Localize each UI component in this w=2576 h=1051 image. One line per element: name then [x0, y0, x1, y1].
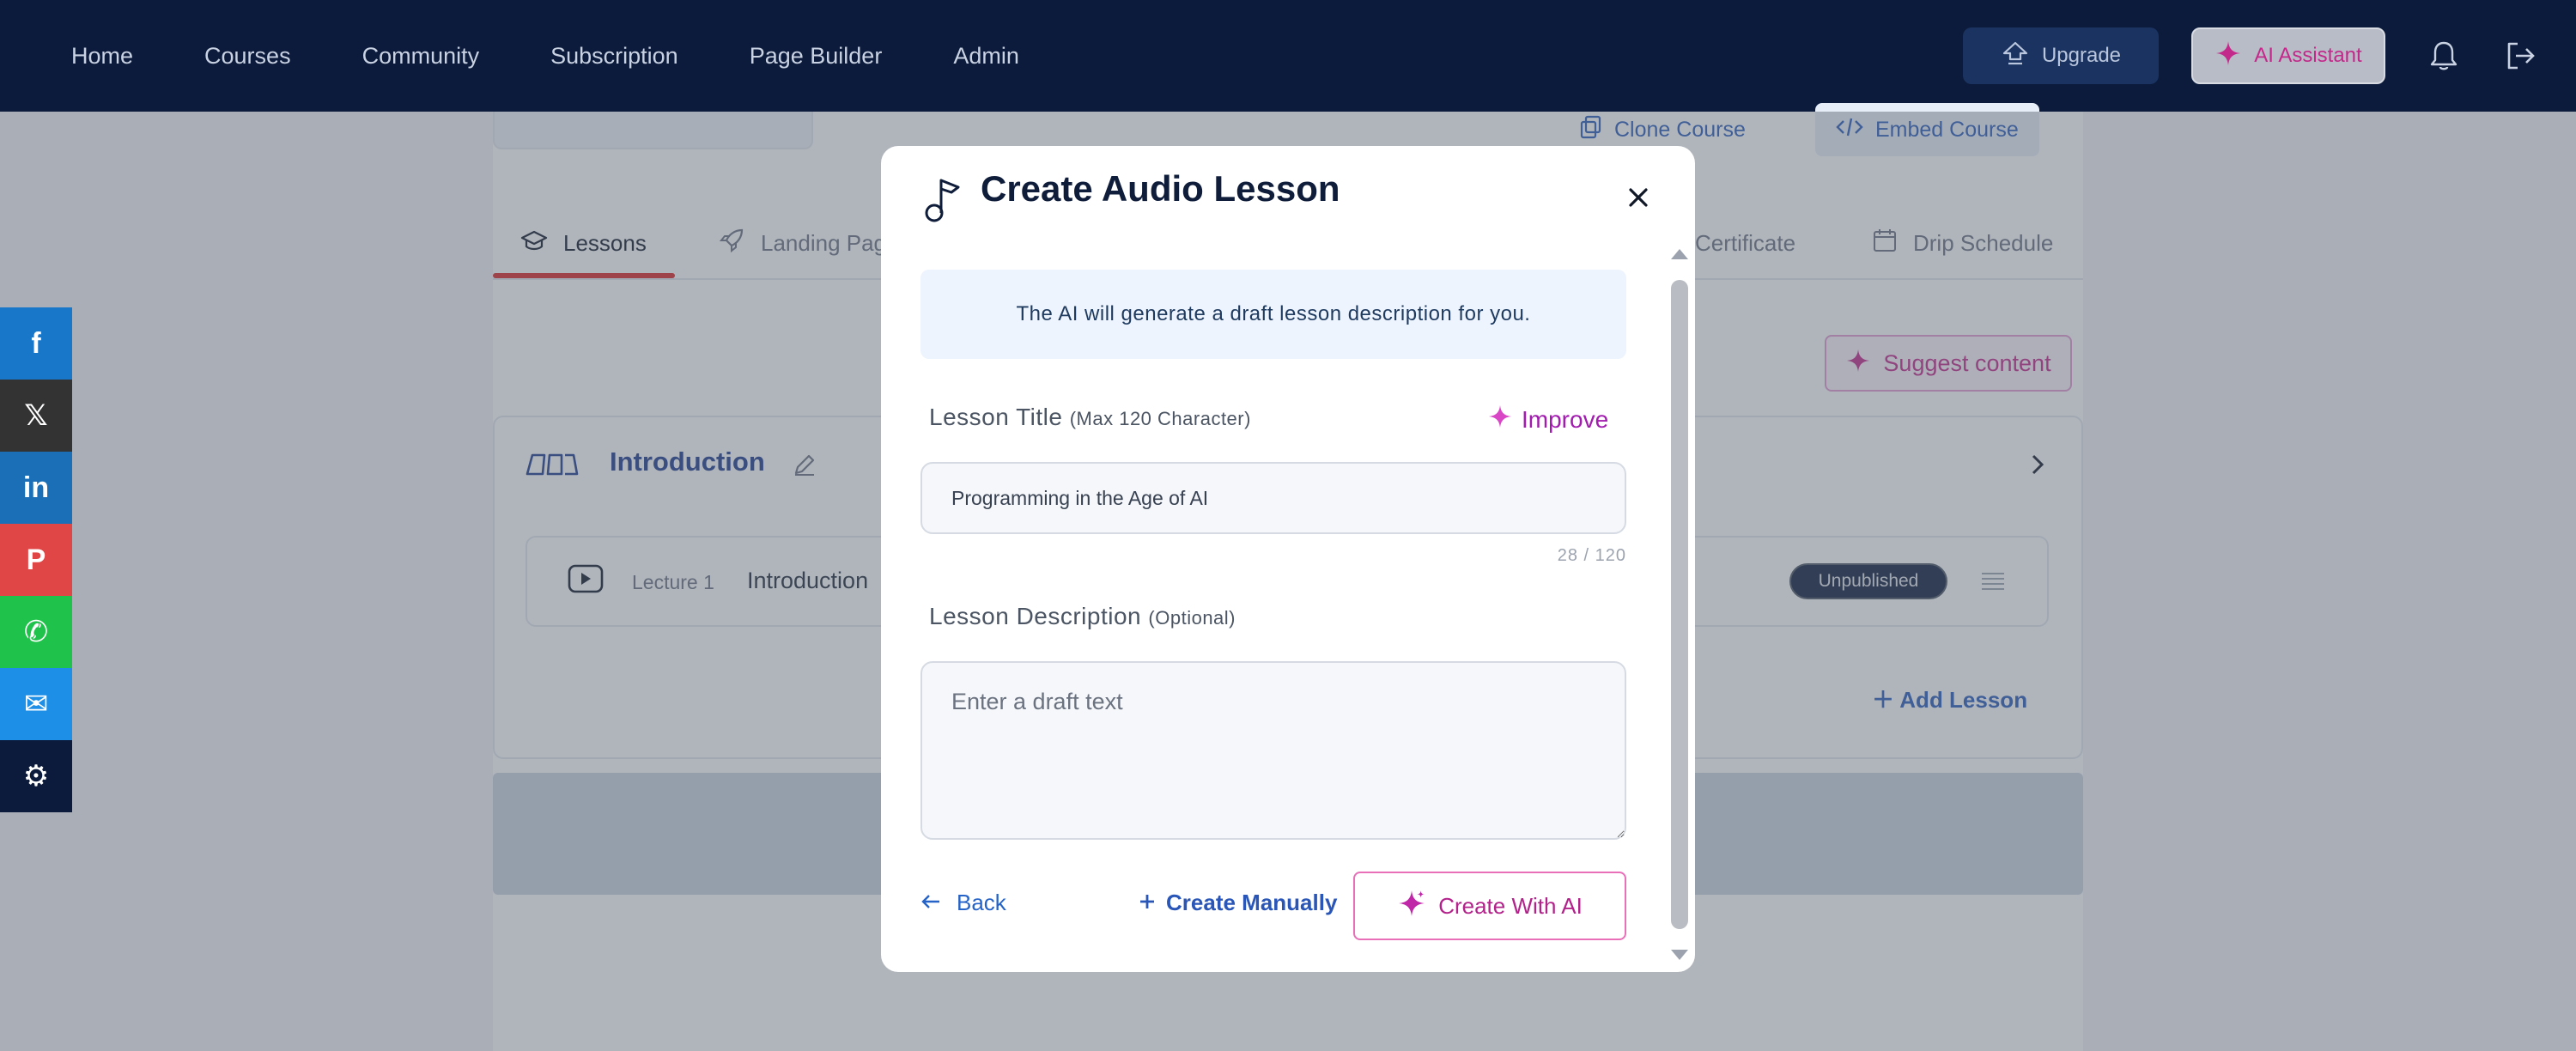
- linkedin-icon[interactable]: in: [0, 452, 72, 524]
- nav-admin[interactable]: Admin: [953, 43, 1019, 70]
- scrollbar-thumb[interactable]: [1671, 280, 1688, 929]
- improve-button[interactable]: Improve: [1487, 404, 1608, 435]
- plus-icon: [1139, 890, 1156, 916]
- lesson-title-hint: (Max 120 Character): [1069, 408, 1251, 429]
- arrow-left-icon: [920, 890, 941, 916]
- lesson-description-label: Lesson Description (Optional): [929, 603, 1236, 630]
- nav-subscription[interactable]: Subscription: [550, 43, 678, 70]
- top-navbar: Home Courses Community Subscription Page…: [0, 0, 2576, 112]
- create-manually-button[interactable]: Create Manually: [1139, 890, 1337, 916]
- lesson-description-hint: (Optional): [1148, 607, 1236, 629]
- sparkle-icon: [1397, 889, 1426, 924]
- ai-assistant-label: AI Assistant: [2254, 44, 2362, 67]
- sparkle-icon: [2215, 39, 2242, 73]
- lesson-title-label-text: Lesson Title: [929, 404, 1063, 430]
- scroll-down-arrow[interactable]: [1669, 946, 1690, 963]
- email-icon[interactable]: ✉: [0, 668, 72, 740]
- scroll-up-arrow[interactable]: [1669, 246, 1690, 263]
- lesson-description-textarea[interactable]: [920, 661, 1626, 840]
- close-icon[interactable]: [1621, 180, 1656, 215]
- social-share-bar: f 𝕏 in P ✆ ✉ ⚙: [0, 307, 72, 812]
- create-with-ai-button[interactable]: Create With AI: [1353, 872, 1626, 940]
- upgrade-button[interactable]: Upgrade: [1963, 27, 2159, 84]
- create-audio-lesson-modal: Create Audio Lesson The AI will generate…: [881, 146, 1695, 972]
- improve-label: Improve: [1522, 405, 1609, 433]
- nav-links: Home Courses Community Subscription Page…: [71, 43, 1091, 70]
- lesson-description-label-text: Lesson Description: [929, 603, 1142, 629]
- x-twitter-icon[interactable]: 𝕏: [0, 380, 72, 452]
- music-note-icon: [922, 175, 965, 223]
- back-label: Back: [957, 890, 1006, 915]
- bell-icon[interactable]: [2426, 38, 2462, 74]
- modal-title: Create Audio Lesson: [981, 168, 1340, 209]
- upgrade-icon: [2001, 40, 2030, 72]
- upgrade-label: Upgrade: [2041, 44, 2122, 67]
- back-button[interactable]: Back: [920, 890, 1006, 916]
- sparkle-icon: [1487, 404, 1513, 435]
- pinterest-icon[interactable]: P: [0, 524, 72, 596]
- nav-page-builder[interactable]: Page Builder: [750, 43, 883, 70]
- nav-home[interactable]: Home: [71, 43, 133, 70]
- ai-assistant-button[interactable]: AI Assistant: [2191, 27, 2385, 84]
- nav-community[interactable]: Community: [362, 43, 480, 70]
- facebook-icon[interactable]: f: [0, 307, 72, 380]
- whatsapp-icon[interactable]: ✆: [0, 596, 72, 668]
- logout-icon[interactable]: [2502, 38, 2538, 74]
- lesson-title-label: Lesson Title (Max 120 Character): [929, 404, 1251, 431]
- nav-courses[interactable]: Courses: [204, 43, 291, 70]
- title-char-counter: 28 / 120: [1557, 546, 1626, 565]
- create-manually-label: Create Manually: [1166, 890, 1338, 915]
- create-with-ai-label: Create With AI: [1438, 892, 1583, 919]
- modal-scrollbar[interactable]: [1668, 246, 1692, 963]
- lesson-title-input[interactable]: [920, 462, 1626, 534]
- ai-info-banner: The AI will generate a draft lesson desc…: [920, 270, 1626, 359]
- settings-icon[interactable]: ⚙: [0, 740, 72, 812]
